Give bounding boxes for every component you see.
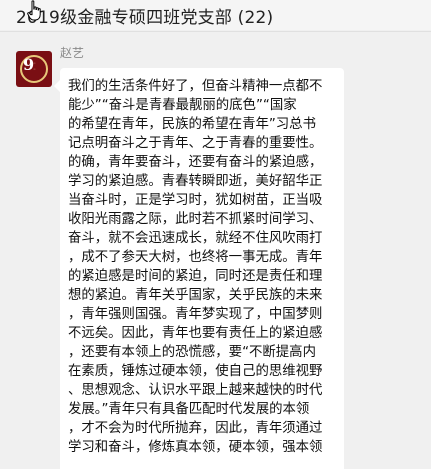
- message-line: 、思想观念、认识水平跟上越来越快的时代: [68, 383, 323, 398]
- message-line: ，成不了参天大树，也终将一事无成。青年: [68, 250, 323, 265]
- message-line: ，才不会为时代所抛弃，因此，青年须通过: [68, 421, 323, 436]
- message-text: 我们的生活条件好了，但奋斗精神一点都不 能少”“奋斗是青春最靓丽的底色”“国家 …: [68, 77, 340, 457]
- message-line: 记点明奋斗之于青年、之于青春的重要性。: [68, 136, 323, 151]
- chat-title-bar: 2019级金融专硕四班党支部 (22): [0, 0, 431, 30]
- message-line: 发展。”青年只有具备匹配时代发展的本领: [68, 402, 310, 417]
- chat-window: 2019级金融专硕四班党支部 (22) 9 ◦ ◦ 赵艺 我们的生活条件好了，但奋…: [0, 0, 431, 469]
- sender-name: 赵艺: [60, 46, 85, 60]
- message-line: 学习的紧迫感。青春转瞬即逝，美好韶华正: [68, 174, 323, 189]
- hand-cursor-icon: [27, 0, 41, 21]
- sender-avatar[interactable]: 9 ◦ ◦: [16, 51, 52, 87]
- message-line: 的紧迫感是时间的紧迫，同时还是责任和理: [68, 269, 323, 284]
- message-line: 当奋斗时，正是学习时，犹如树苗，正当吸: [68, 193, 323, 208]
- message-line: 收阳光雨露之际，此时若不抓紧时间学习、: [68, 212, 323, 227]
- message-line: 的希望在青年，民族的希望在青年”习总书: [68, 117, 316, 132]
- message-line: 想的紧迫。青年关乎国家，关乎民族的未来: [68, 288, 323, 303]
- message-line: 的确，青年要奋斗，还要有奋斗的紧迫感，: [68, 155, 323, 170]
- message-line: 学习和奋斗，修炼真本领，硬本领，强本领: [68, 440, 323, 455]
- message-line: 我们的生活条件好了，但奋斗精神一点都不: [68, 79, 323, 94]
- avatar-mark: ◦ ◦: [33, 61, 36, 73]
- message-line: 不远矣。因此，青年也要有责任上的紧迫感: [68, 326, 323, 341]
- title-divider: [0, 31, 431, 32]
- message-bubble[interactable]: 我们的生活条件好了，但奋斗精神一点都不 能少”“奋斗是青春最靓丽的底色”“国家 …: [54, 68, 344, 469]
- message-line: ，还要有本领上的恐慌感，要“不断提高内: [68, 345, 316, 360]
- message-line: 奋斗，就不会迅速成长，就经不住风吹雨打: [68, 231, 323, 246]
- chat-title[interactable]: 2019级金融专硕四班党支部 (22): [16, 3, 273, 28]
- message-line: 能少”“奋斗是青春最靓丽的底色”“国家: [68, 98, 297, 113]
- message-line: 在素质，锤炼过硬本领，使自己的思维视野: [68, 364, 323, 379]
- message-line: ，青年强则国强。青年梦实现了，中国梦则: [68, 307, 323, 322]
